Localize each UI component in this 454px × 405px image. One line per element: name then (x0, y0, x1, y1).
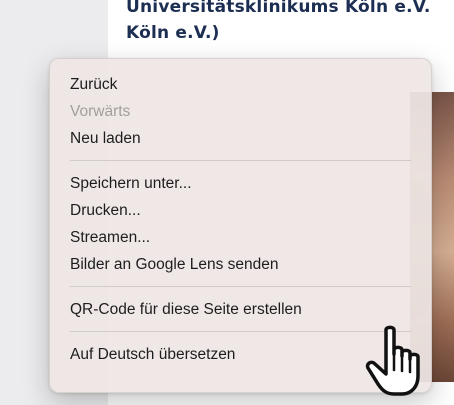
menu-separator (70, 160, 411, 161)
menu-separator (70, 286, 411, 287)
menu-item-google-lens[interactable]: Bilder an Google Lens senden (50, 251, 431, 278)
menu-item-create-qr-code[interactable]: QR-Code für diese Seite erstellen (50, 296, 431, 323)
menu-item-print[interactable]: Drucken... (50, 197, 431, 224)
page-heading-line-2: Köln e.V.) (126, 23, 220, 43)
page-heading-line-1: Universitätsklinikums Köln e.V. (126, 0, 431, 17)
menu-separator (70, 331, 411, 332)
menu-item-cast[interactable]: Streamen... (50, 224, 431, 251)
pointing-hand-icon (365, 325, 420, 396)
menu-item-save-as[interactable]: Speichern unter... (50, 170, 431, 197)
menu-item-reload[interactable]: Neu laden (50, 125, 431, 152)
menu-item-back[interactable]: Zurück (50, 71, 431, 98)
menu-item-forward: Vorwärts (70, 103, 131, 120)
page-heading: Universitätsklinikums Köln e.V. Köln e.V… (126, 0, 454, 46)
